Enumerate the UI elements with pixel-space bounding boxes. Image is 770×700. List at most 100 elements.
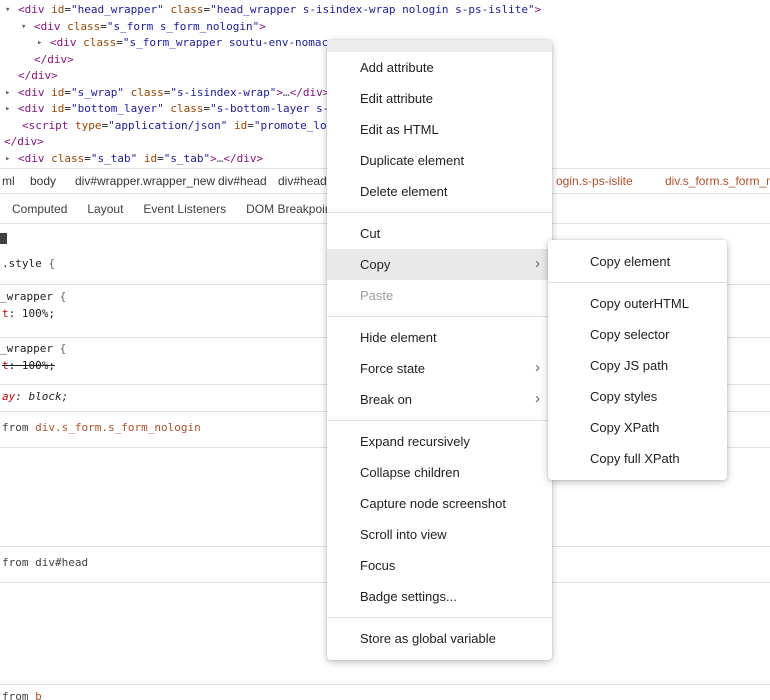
token-val: "application/json": [108, 119, 227, 132]
breadcrumb-item-ml[interactable]: ml: [2, 174, 15, 188]
tab-layout[interactable]: Layout: [77, 194, 133, 224]
token-attr: id: [227, 119, 247, 132]
style-row[interactable]: _wrapper {: [0, 342, 66, 356]
token-attr: class: [124, 86, 164, 99]
token-attr: class: [77, 36, 117, 49]
twisty-collapsed-icon[interactable]: ▸: [5, 85, 10, 102]
menu-item-label: Collapse children: [360, 465, 460, 480]
token-val: "bottom_layer": [71, 102, 164, 115]
submenu-chevron-icon: ›: [535, 384, 540, 414]
breadcrumb-item-div-head[interactable]: div#head: [218, 174, 267, 188]
menu-item-label: Paste: [360, 288, 393, 303]
menu-item-break-on[interactable]: Break on ›: [327, 384, 552, 415]
menu-item-copy-styles[interactable]: Copy styles: [548, 381, 727, 412]
menu-item-delete-element[interactable]: Delete element: [327, 176, 552, 207]
breadcrumb-item-body[interactable]: body: [30, 174, 56, 188]
tab-event-listeners[interactable]: Event Listeners: [133, 194, 236, 224]
menu-item-label: Hide element: [360, 330, 437, 345]
dom-tree-line[interactable]: ▾<div class="s_form s_form_nologin">: [0, 19, 770, 36]
menu-item-label: Force state: [360, 361, 425, 376]
token-tag: >: [535, 3, 542, 16]
menu-item-copy-xpath[interactable]: Copy XPath: [548, 412, 727, 443]
token-val: "head_wrapper s-isindex-wrap nologin s-p…: [210, 3, 535, 16]
menu-item-capture-node-screenshot[interactable]: Capture node screenshot: [327, 488, 552, 519]
breadcrumb-item-ogin-s-ps-islite[interactable]: ogin.s-ps-islite: [556, 174, 633, 188]
token-attr: id: [45, 86, 65, 99]
token-from: from: [2, 690, 35, 700]
menu-item-copy-js-path[interactable]: Copy JS path: [548, 350, 727, 381]
token-from: from: [2, 556, 35, 569]
token-plain: =: [100, 20, 107, 33]
style-row[interactable]: .style {: [2, 257, 55, 271]
style-row[interactable]: ay: block;: [2, 390, 68, 404]
tab-computed[interactable]: Computed: [2, 194, 77, 224]
menu-item-add-attribute[interactable]: Add attribute: [327, 52, 552, 83]
menu-item-store-as-global-variable[interactable]: Store as global variable: [327, 623, 552, 654]
breadcrumb-item-div-wrapper-wrapper-new[interactable]: div#wrapper.wrapper_new: [75, 174, 215, 188]
token-sel: _wrapper: [0, 290, 53, 303]
submenu-chevron-icon: ›: [535, 353, 540, 383]
token-tag: <div: [18, 152, 45, 165]
token-attr: class: [164, 102, 204, 115]
menu-item-cut[interactable]: Cut: [327, 218, 552, 249]
menu-item-badge-settings[interactable]: Badge settings...: [327, 581, 552, 612]
twisty-expanded-icon[interactable]: ▾: [21, 19, 26, 36]
menu-separator: [327, 617, 552, 618]
token-val: "s-bottom-layer s-: [210, 102, 329, 115]
token-value: : 100%;: [9, 359, 55, 372]
token-link: b: [35, 690, 42, 700]
twisty-collapsed-icon[interactable]: ▸: [5, 101, 10, 118]
menu-item-label: Delete element: [360, 184, 447, 199]
menu-item-expand-recursively[interactable]: Expand recursively: [327, 426, 552, 457]
style-row[interactable]: t: 100%;: [2, 307, 55, 321]
style-row[interactable]: _wrapper {: [0, 290, 66, 304]
token-brace: {: [42, 257, 55, 270]
menu-item-edit-attribute[interactable]: Edit attribute: [327, 83, 552, 114]
style-row[interactable]: from b: [2, 690, 42, 700]
token-tag: </div>: [18, 69, 58, 82]
token-val: "s-isindex-wrap": [170, 86, 276, 99]
twisty-expanded-icon[interactable]: ▾: [5, 2, 10, 19]
menu-item-label: Copy outerHTML: [590, 296, 689, 311]
token-val: "s_wrap": [71, 86, 124, 99]
menu-item-focus[interactable]: Focus: [327, 550, 552, 581]
token-attr: id: [45, 3, 65, 16]
twisty-collapsed-icon[interactable]: ▸: [37, 35, 42, 52]
menu-item-copy-selector[interactable]: Copy selector: [548, 319, 727, 350]
style-row[interactable]: from div#head: [2, 556, 88, 570]
token-tag: </div>: [34, 53, 74, 66]
style-row[interactable]: t: 100%;: [2, 359, 55, 373]
menu-item-force-state[interactable]: Force state ›: [327, 353, 552, 384]
menu-item-label: Store as global variable: [360, 631, 496, 646]
style-row[interactable]: from div.s_form.s_form_nologin: [2, 421, 201, 435]
breadcrumb-item-div-s-form-s-form-nolog[interactable]: div.s_form.s_form_nolog: [665, 174, 770, 188]
menu-item-edit-as-html[interactable]: Edit as HTML: [327, 114, 552, 145]
breadcrumb-item-div-head[interactable]: div#head: [278, 174, 327, 188]
menu-item-scroll-into-view[interactable]: Scroll into view: [327, 519, 552, 550]
menu-item-label: Cut: [360, 226, 380, 241]
token-sel: .style: [2, 257, 42, 270]
menu-item-copy[interactable]: Copy›: [327, 249, 552, 280]
menu-item-label: Duplicate element: [360, 153, 464, 168]
clipped-toolbar-icon: [0, 233, 7, 244]
dom-tree-line[interactable]: ▾<div id="head_wrapper" class="head_wrap…: [0, 2, 770, 19]
menu-item-copy-outerhtml[interactable]: Copy outerHTML: [548, 288, 727, 319]
menu-item-duplicate-element[interactable]: Duplicate element: [327, 145, 552, 176]
menu-item-label: Break on: [360, 392, 412, 407]
menu-item-label: Copy full XPath: [590, 451, 680, 466]
menu-item-collapse-children[interactable]: Collapse children: [327, 457, 552, 488]
menu-item-copy-full-xpath[interactable]: Copy full XPath: [548, 443, 727, 474]
menu-item-label: Copy JS path: [590, 358, 668, 373]
menu-item-label: Scroll into view: [360, 527, 447, 542]
token-brace: {: [53, 290, 66, 303]
devtools-window: { "colors": { "tag": "#881280", "attribu…: [0, 0, 770, 700]
submenu-chevron-icon: ›: [535, 249, 540, 279]
menu-item-hide-element[interactable]: Hide element: [327, 322, 552, 353]
token-brace: {: [53, 342, 66, 355]
token-value: : 100%;: [9, 307, 55, 320]
token-plain: =: [116, 36, 123, 49]
menu-item-copy-element[interactable]: Copy element: [548, 246, 727, 277]
menu-item-paste[interactable]: Paste: [327, 280, 552, 311]
twisty-collapsed-icon[interactable]: ▸: [5, 151, 10, 168]
token-value: : block;: [15, 390, 68, 403]
